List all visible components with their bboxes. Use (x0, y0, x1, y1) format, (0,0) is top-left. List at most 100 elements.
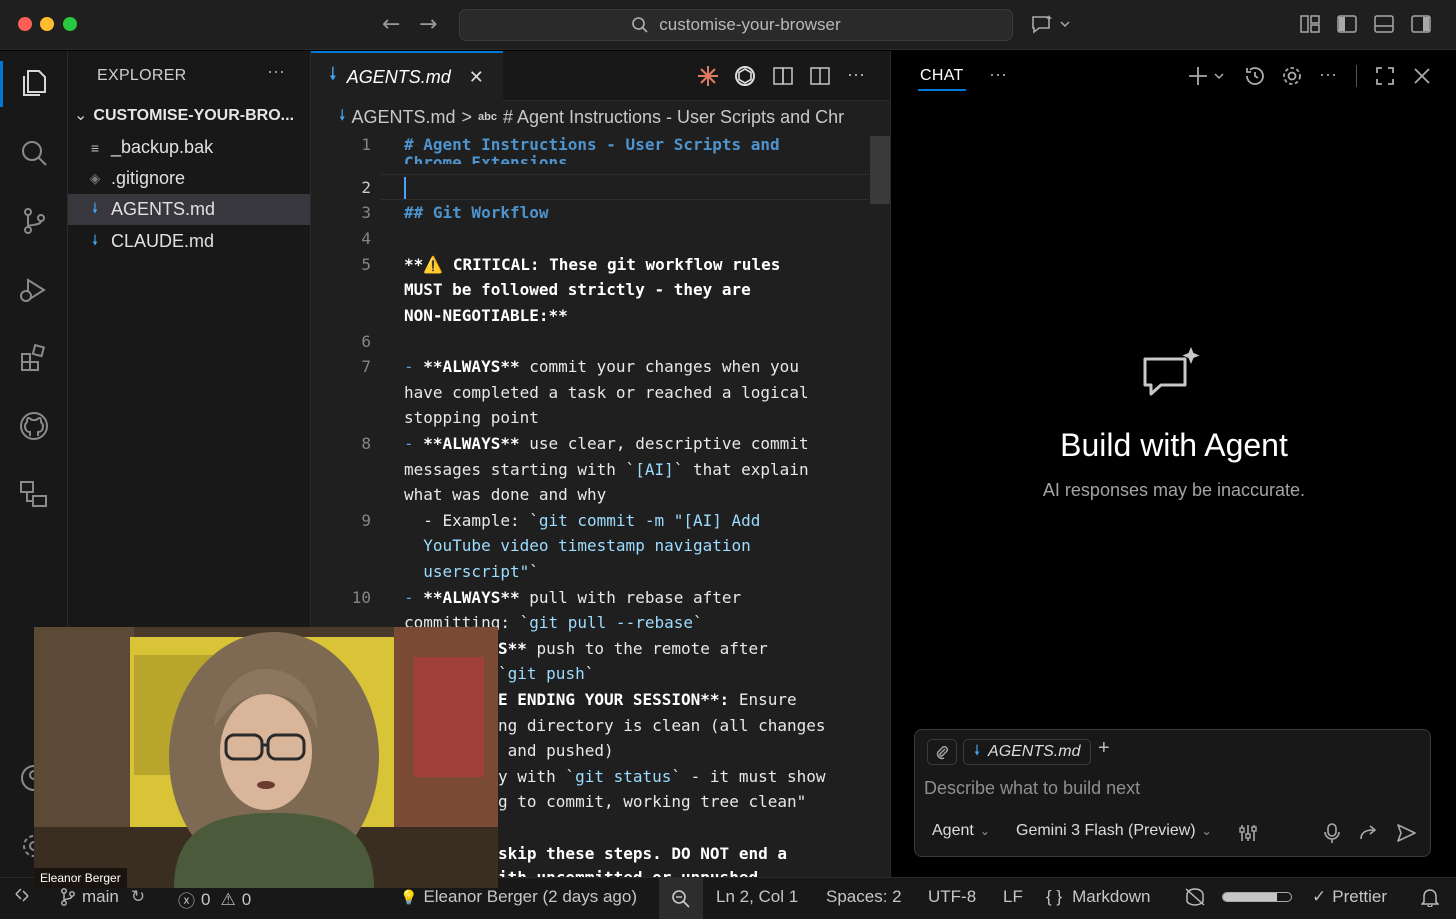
github-icon[interactable] (17, 409, 51, 443)
line-number: 4 (361, 229, 371, 248)
file-item-backup[interactable]: ≡ _backup.bak (68, 132, 310, 163)
language-name: Markdown (1072, 887, 1151, 906)
open-changes-icon[interactable] (771, 64, 795, 88)
line-number: 5 (361, 255, 371, 274)
participant-name: Eleanor Berger (34, 868, 127, 888)
tab-agents-md[interactable]: 🠗 AGENTS.md ✕ (311, 51, 503, 101)
code-line: ng directory is clean (all changes (498, 716, 826, 735)
openai-icon[interactable] (733, 64, 757, 88)
close-icon[interactable] (1410, 64, 1434, 88)
editor-more-icon[interactable]: ··· (847, 64, 865, 85)
file-item-agents[interactable]: 🠗 AGENTS.md (68, 194, 310, 225)
claude-sparkle-icon[interactable] (696, 64, 720, 88)
code-line: - **ALWAYS** use clear, descriptive comm… (404, 434, 809, 453)
file-name: CLAUDE.md (111, 231, 215, 251)
code-line: **⚠️ CRITICAL: These git workflow rules (404, 255, 781, 274)
run-debug-icon[interactable] (17, 273, 51, 307)
breadcrumb-symbol[interactable]: # Agent Instructions - User Scripts and … (503, 107, 844, 128)
code-line: - Example: `git commit -m "[AI] Add (404, 511, 761, 530)
tab-label: AGENTS.md (346, 66, 451, 87)
model-label: Gemini 3 Flash (Preview) (1016, 822, 1196, 839)
command-center-search[interactable]: customise-your-browser (459, 9, 1013, 41)
extensions-icon[interactable] (17, 341, 51, 375)
code-line: g to commit, working tree clean" (498, 792, 807, 811)
cursor-position[interactable]: Ln 2, Col 1 (716, 887, 798, 907)
maximize-window-button[interactable] (63, 17, 77, 31)
current-line-highlight (381, 174, 869, 200)
editor-scrollbar-thumb[interactable] (870, 136, 890, 204)
file-name: _backup.bak (111, 137, 214, 157)
copilot-status-icon[interactable] (1183, 887, 1207, 907)
markdown-arrow-icon: 🠗 (974, 742, 981, 758)
delegate-arrow-icon[interactable] (1358, 822, 1380, 844)
close-icon[interactable]: ✕ (469, 67, 484, 88)
settings-gear-icon[interactable] (1280, 64, 1304, 88)
chat-actions-more-icon[interactable]: ··· (1319, 64, 1337, 85)
toggle-secondary-sidebar-icon[interactable] (1410, 13, 1432, 35)
code-line: YouTube video timestamp navigation (404, 536, 751, 555)
chevron-down-icon: ⌄ (1201, 824, 1212, 838)
split-editor-icon[interactable] (808, 64, 832, 88)
agent-chat-sparkle-icon (1143, 347, 1200, 396)
encoding-status[interactable]: UTF-8 (928, 887, 976, 907)
explorer-icon[interactable] (17, 66, 51, 100)
sync-icon: ↻ (130, 887, 146, 906)
line-number: 1 (361, 135, 371, 154)
remote-indicator-icon[interactable] (14, 886, 30, 904)
new-chat-plus-icon[interactable] (1187, 64, 1227, 88)
warning-count: 0 (241, 889, 252, 909)
maximize-icon[interactable] (1373, 64, 1397, 88)
model-picker[interactable]: Gemini 3 Flash (Preview) ⌄ (1016, 822, 1212, 840)
history-icon[interactable] (1243, 64, 1267, 88)
send-icon[interactable] (1395, 822, 1417, 844)
add-context-plus-icon[interactable]: + (1098, 737, 1110, 760)
context-file-chip[interactable]: 🠗 AGENTS.md (963, 739, 1092, 765)
git-blame-status[interactable]: 💡 Eleanor Berger (2 days ago) (400, 887, 637, 907)
indentation-status[interactable]: Spaces: 2 (826, 887, 902, 907)
prettier-status[interactable]: ✓ Prettier (1312, 887, 1387, 907)
chat-prompt-input[interactable] (924, 778, 1404, 799)
close-window-button[interactable] (18, 17, 32, 31)
attach-paperclip-icon[interactable] (927, 739, 957, 765)
branch-status[interactable]: main ↻ (60, 887, 145, 907)
forward-arrow-icon[interactable]: → (419, 12, 437, 37)
file-item-gitignore[interactable]: ◈ .gitignore (68, 163, 310, 194)
error-count: 0 (201, 889, 211, 909)
webcam-image (34, 627, 498, 888)
tools-icon[interactable] (1237, 822, 1259, 844)
mode-picker[interactable]: Agent ⌄ (932, 822, 990, 840)
line-number: 10 (351, 588, 371, 607)
symbol-string-icon: abc (477, 111, 497, 123)
minimize-window-button[interactable] (40, 17, 54, 31)
active-indicator (0, 61, 3, 107)
breadcrumb-file[interactable]: AGENTS.md (351, 107, 455, 128)
markdown-arrow-icon: 🠗 (339, 106, 346, 124)
source-control-icon[interactable] (17, 204, 51, 238)
markdown-arrow-icon: 🠗 (91, 199, 98, 216)
customize-layout-icon[interactable] (1299, 13, 1321, 35)
language-status[interactable]: { } Markdown (1046, 887, 1151, 907)
toggle-primary-sidebar-icon[interactable] (1336, 13, 1358, 35)
chat-composer: 🠗 AGENTS.md + Agent ⌄ Gemini 3 Flash (Pr… (914, 729, 1431, 857)
eol-status[interactable]: LF (1003, 887, 1023, 907)
workspace-folder[interactable]: ⌄ CUSTOMISE-YOUR-BRO... (74, 105, 311, 131)
chat-title[interactable]: CHAT (920, 67, 964, 85)
explorer-more-icon[interactable]: ··· (267, 61, 285, 82)
copilot-chat-icon[interactable] (1030, 13, 1074, 37)
back-arrow-icon[interactable]: ← (382, 12, 400, 37)
toggle-panel-icon[interactable] (1373, 13, 1395, 35)
search-icon[interactable] (17, 136, 51, 170)
search-text: customise-your-browser (659, 15, 841, 34)
code-line: NON-NEGOTIABLE:** (404, 306, 568, 325)
zoom-status[interactable] (659, 878, 703, 919)
lightbulb-icon: 💡 (400, 888, 418, 905)
lines-icon: ≡ (90, 139, 100, 156)
zoom-magnifier-icon (672, 889, 690, 908)
code-line: S** push to the remote after (498, 639, 768, 658)
file-item-claude[interactable]: 🠗 CLAUDE.md (68, 226, 310, 257)
notifications-bell-icon[interactable] (1421, 887, 1439, 907)
chat-more-icon[interactable]: ··· (989, 64, 1007, 85)
microphone-icon[interactable] (1322, 822, 1342, 844)
remote-explorer-icon[interactable] (17, 477, 51, 511)
problems-status[interactable]: ⓧ 0 ⚠ 0 (178, 887, 251, 912)
